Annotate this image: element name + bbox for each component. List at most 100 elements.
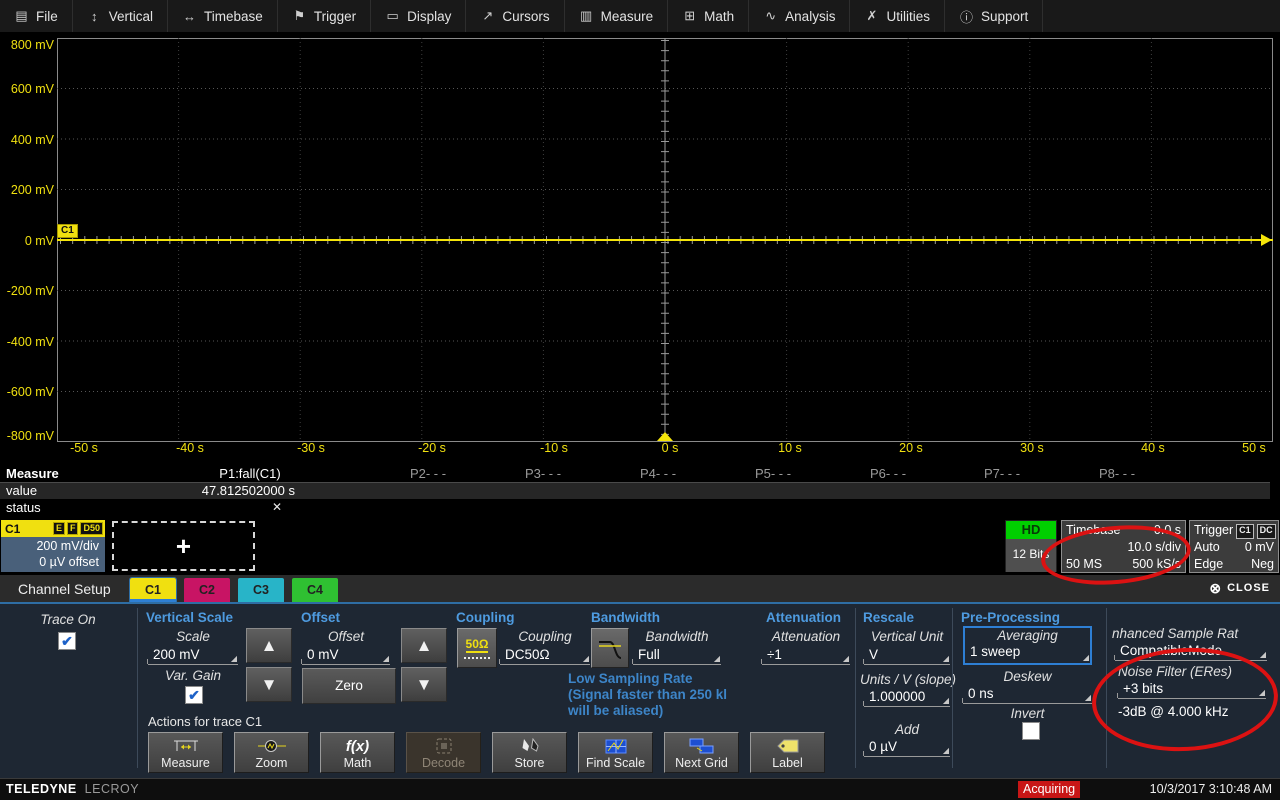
coupling-50ohm-button[interactable]: 50Ω	[457, 628, 497, 668]
trigger-descriptor-box[interactable]: TriggerC1DC Auto0 mV EdgeNeg	[1189, 520, 1279, 573]
y-axis-label: 400 mV	[2, 132, 54, 148]
menu-item-cursors[interactable]: ↗ Cursors	[466, 0, 564, 32]
menu-label: Timebase	[204, 9, 263, 24]
tab-c3[interactable]: C3	[238, 578, 284, 602]
action-label: Next Grid	[675, 756, 728, 770]
menu-item-math[interactable]: ⊞Math	[668, 0, 749, 32]
y-axis-label: -400 mV	[2, 334, 54, 350]
measure-column-p4[interactable]: P4- - -	[640, 466, 676, 481]
tab-c4[interactable]: C4	[292, 578, 338, 602]
bandwidth-dropdown[interactable]: Full	[633, 646, 721, 665]
attenuation-header: Attenuation	[766, 610, 841, 625]
timebase-descriptor-box[interactable]: Timebase0.0 s 10.0 s/div 50 MS500 kS/s	[1061, 520, 1186, 573]
menu-label: Trigger	[314, 9, 356, 24]
offset-up-button[interactable]: ▲	[401, 628, 447, 663]
averaging-value: 1 sweep	[965, 643, 1090, 661]
preprocessing-header: Pre-Processing	[961, 610, 1060, 625]
trigger-level: 0 mV	[1245, 539, 1274, 556]
menu-label: Cursors	[502, 9, 549, 24]
sampling-warning-line2: (Signal faster than 250 kl	[568, 687, 727, 702]
c1-scale-text: 200 mV/div	[1, 538, 99, 554]
menu-item-measure[interactable]: ▥Measure	[565, 0, 669, 32]
offset-down-button[interactable]: ▼	[401, 667, 447, 702]
x-axis-label: -40 s	[176, 441, 204, 455]
menu-item-vertical[interactable]: ↕Vertical	[73, 0, 168, 32]
measure-column-p2[interactable]: P2- - -	[410, 466, 446, 481]
invert-label: Invert	[963, 706, 1092, 721]
offset-dropdown[interactable]: 0 mV	[302, 646, 390, 665]
add-dropdown[interactable]: 0 µV	[864, 738, 950, 757]
action-zoom-button[interactable]: Zoom	[234, 732, 309, 773]
averaging-dropdown[interactable]: Averaging 1 sweep	[963, 626, 1092, 665]
tab-c1[interactable]: C1	[130, 578, 176, 602]
measure-section-title: Measure	[6, 466, 59, 481]
menu-label: Utilities	[886, 9, 930, 24]
menu-item-file[interactable]: ▤File	[0, 0, 73, 32]
action-store-button[interactable]: Store	[492, 732, 567, 773]
zero-offset-button[interactable]: Zero	[302, 668, 396, 704]
x-axis-label: 10 s	[778, 441, 802, 455]
noise-filter-dropdown[interactable]: +3 bits	[1118, 680, 1266, 699]
close-icon: ⊗	[1209, 581, 1222, 595]
var-gain-checkbox[interactable]	[185, 686, 203, 704]
hd-mode-box[interactable]: HD 12 Bits	[1005, 520, 1057, 572]
cursor-arrow-icon: ↗	[480, 8, 495, 24]
bandwidth-filter-button[interactable]	[591, 628, 629, 668]
menu-item-support[interactable]: ⓘSupport	[945, 0, 1043, 32]
invert-checkbox[interactable]	[1022, 722, 1040, 740]
find-scale-grid-icon	[603, 737, 629, 755]
section-divider	[1106, 608, 1107, 768]
menu-item-display[interactable]: ▭Display	[371, 0, 466, 32]
measure-column-p1[interactable]: P1:fall(C1)	[219, 466, 280, 481]
c1-offset-text: 0 µV offset	[1, 554, 99, 570]
scale-up-button[interactable]: ▲	[246, 628, 292, 663]
action-button-row: Measure Zoom f(x) Math Decode Store Find…	[148, 732, 825, 773]
action-label-button[interactable]: Label	[750, 732, 825, 773]
hd-bits-text: 12 Bits	[1006, 539, 1056, 572]
menu-item-trigger[interactable]: ⚑Trigger	[278, 0, 371, 32]
enhanced-sample-rate-dropdown[interactable]: CompatibleMode	[1115, 642, 1267, 661]
menu-item-utilities[interactable]: ✗Utilities	[850, 0, 945, 32]
filter-badge: F	[67, 522, 79, 535]
channel-setup-dialog: Channel Setup C1 C2 C3 C4 ⊗CLOSE Trace O…	[0, 575, 1280, 778]
measure-column-p7[interactable]: P7- - -	[984, 466, 1020, 481]
units-per-v-dropdown[interactable]: 1.000000	[864, 688, 950, 707]
value-row-label: value	[6, 483, 37, 498]
close-button[interactable]: ⊗CLOSE	[1209, 581, 1270, 595]
fifty-ohm-icon: 50Ω	[466, 638, 489, 653]
decode-icon	[431, 737, 457, 755]
tab-c2[interactable]: C2	[184, 578, 230, 602]
y-axis-label: -200 mV	[2, 283, 54, 299]
menu-label: File	[36, 9, 58, 24]
brand-logo: TELEDYNE LECROY	[6, 782, 139, 796]
scale-dropdown[interactable]: 200 mV	[148, 646, 238, 665]
attenuation-dropdown[interactable]: ÷1	[762, 646, 850, 665]
scale-label: Scale	[148, 629, 238, 644]
c1-descriptor-box[interactable]: C1 E F D50 200 mV/div 0 µV offset	[1, 520, 105, 572]
deskew-dropdown[interactable]: 0 ns	[963, 685, 1092, 704]
action-math-button[interactable]: f(x) Math	[320, 732, 395, 773]
scale-down-button[interactable]: ▼	[246, 667, 292, 702]
measure-column-p8[interactable]: P8- - -	[1099, 466, 1135, 481]
action-label: Zoom	[256, 756, 288, 770]
measure-column-p3[interactable]: P3- - -	[525, 466, 561, 481]
action-measure-button[interactable]: Measure	[148, 732, 223, 773]
calculator-icon: ⊞	[682, 8, 697, 24]
menu-item-timebase[interactable]: ↔Timebase	[168, 0, 278, 32]
noise-filter-cutoff-text: -3dB @ 4.000 kHz	[1118, 704, 1229, 719]
c1-zero-level-marker[interactable]: C1	[57, 224, 78, 238]
measure-column-p6[interactable]: P6- - -	[870, 466, 906, 481]
offset-header: Offset	[301, 610, 340, 625]
menu-item-analysis[interactable]: ∿Analysis	[749, 0, 850, 32]
x-axis-label: -10 s	[540, 441, 568, 455]
vertical-unit-dropdown[interactable]: V	[864, 646, 950, 665]
status-row-label: status	[6, 500, 41, 515]
action-find-scale-button[interactable]: Find Scale	[578, 732, 653, 773]
add-trace-box[interactable]: +	[112, 521, 255, 571]
coupling-dropdown[interactable]: DC50Ω	[500, 646, 590, 665]
y-axis-label: 200 mV	[2, 182, 54, 198]
measure-column-p5[interactable]: P5- - -	[755, 466, 791, 481]
dialog-title: Channel Setup	[18, 581, 111, 597]
action-next-grid-button[interactable]: Next Grid	[664, 732, 739, 773]
trace-on-checkbox[interactable]	[58, 632, 76, 650]
